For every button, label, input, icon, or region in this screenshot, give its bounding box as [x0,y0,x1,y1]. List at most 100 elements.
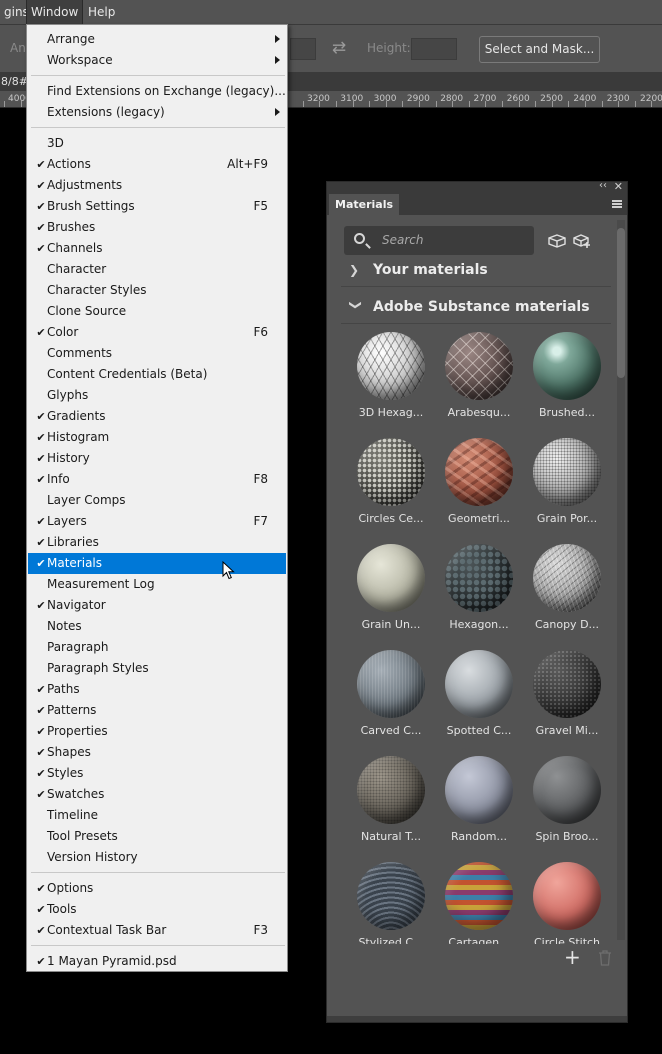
your-materials-section[interactable]: ❯ Your materials [349,260,488,280]
material-tile[interactable]: Carved C... [347,650,435,756]
menu-item-navigator[interactable]: ✔ Navigator [28,595,286,616]
material-tile[interactable]: Circles Ce... [347,438,435,544]
collapse-panel-icon[interactable]: ‹‹ [599,180,607,191]
menu-item-libraries[interactable]: ✔ Libraries [28,532,286,553]
material-tile[interactable]: Cartagen... [435,862,523,944]
menu-item-gradients[interactable]: ✔ Gradients [28,406,286,427]
material-tile[interactable]: 3D Hexag... [347,332,435,438]
menu-item-label: Materials [47,556,103,570]
menu-item-find-extensions-on-exchange-legacy[interactable]: Find Extensions on Exchange (legacy)... [28,81,286,102]
material-tile[interactable]: Canopy D... [523,544,611,650]
menu-item-notes[interactable]: Notes [28,616,286,637]
menu-item-measurement-log[interactable]: Measurement Log [28,574,286,595]
material-tile[interactable]: Geometri... [435,438,523,544]
material-thumbnail [357,756,425,824]
menu-item-channels[interactable]: ✔ Channels [28,238,286,259]
menu-item-label: Options [47,881,94,895]
menu-item-tool-presets[interactable]: Tool Presets [28,826,286,847]
menu-item-glyphs[interactable]: Glyphs [28,385,286,406]
panel-scrollbar-thumb[interactable] [617,228,625,378]
menu-item-clone-source[interactable]: Clone Source [28,301,286,322]
menu-item-1-mayan-pyramid-psd[interactable]: ✔ 1 Mayan Pyramid.psd [28,951,286,972]
material-tile[interactable]: Arabesqu... [435,332,523,438]
menu-item-brush-settings[interactable]: ✔ Brush Settings F5 [28,196,286,217]
menu-window[interactable]: Window [25,0,84,25]
section-divider [341,323,611,324]
menu-item-character-styles[interactable]: Character Styles [28,280,286,301]
add-cube-icon[interactable] [573,234,591,248]
height-field[interactable] [411,38,457,60]
menu-item-styles[interactable]: ✔ Styles [28,763,286,784]
menu-item-properties[interactable]: ✔ Properties [28,721,286,742]
materials-search-input[interactable]: Search [344,226,534,255]
menu-item-history[interactable]: ✔ History [28,448,286,469]
menu-item-label: Measurement Log [47,577,155,591]
material-tile[interactable]: Natural T... [347,756,435,862]
menu-item-arrange[interactable]: Arrange [28,29,286,50]
menu-item-workspace[interactable]: Workspace [28,50,286,71]
panel-menu-icon[interactable] [612,200,622,208]
menu-item-label: Character Styles [47,283,147,297]
material-name: Grain Un... [361,618,421,631]
material-tile[interactable]: Hexagon... [435,544,523,650]
material-thumbnail [357,862,425,930]
menu-item-paragraph-styles[interactable]: Paragraph Styles [28,658,286,679]
menu-item-actions[interactable]: ✔ Actions Alt+F9 [28,154,286,175]
cube-icon[interactable] [548,234,566,248]
menu-item-extensions-legacy[interactable]: Extensions (legacy) [28,102,286,123]
menu-item-info[interactable]: ✔ Info F8 [28,469,286,490]
material-tile[interactable]: Circle Stitch [523,862,611,944]
menu-item-timeline[interactable]: Timeline [28,805,286,826]
menu-item-tools[interactable]: ✔ Tools [28,899,286,920]
material-tile[interactable]: Grain Por... [523,438,611,544]
menu-item-shapes[interactable]: ✔ Shapes [28,742,286,763]
close-panel-icon[interactable]: ✕ [614,180,623,193]
menu-item-label: Brush Settings [47,199,135,213]
mouse-cursor-icon [222,561,235,580]
menu-item-character[interactable]: Character [28,259,286,280]
ruler-tick [353,101,354,107]
menu-item-swatches[interactable]: ✔ Swatches [28,784,286,805]
material-tile[interactable]: Stylized C... [347,862,435,944]
material-thumbnail [533,756,601,824]
material-tile[interactable]: Grain Un... [347,544,435,650]
tab-materials[interactable]: Materials [329,194,400,215]
material-tile[interactable]: Spin Broo... [523,756,611,862]
menu-item-label: Comments [47,346,113,360]
menu-item-label: Content Credentials (Beta) [47,367,208,381]
material-tile[interactable]: Spotted C... [435,650,523,756]
menu-item-shortcut: Alt+F9 [227,157,268,171]
menu-item-layers[interactable]: ✔ Layers F7 [28,511,286,532]
menu-item-brushes[interactable]: ✔ Brushes [28,217,286,238]
menu-item-paths[interactable]: ✔ Paths [28,679,286,700]
material-tile[interactable]: Gravel Mi... [523,650,611,756]
width-field[interactable] [290,38,316,60]
menu-item-comments[interactable]: Comments [28,343,286,364]
menu-item-adjustments[interactable]: ✔ Adjustments [28,175,286,196]
menu-help[interactable]: Help [83,0,120,24]
menu-item-layer-comps[interactable]: Layer Comps [28,490,286,511]
search-icon [354,233,365,244]
menu-item-content-credentials-beta[interactable]: Content Credentials (Beta) [28,364,286,385]
menu-item-label: Info [47,472,70,486]
material-name: Circles Ce... [358,512,424,525]
select-and-mask-button[interactable]: Select and Mask... [479,36,600,63]
menu-item-patterns[interactable]: ✔ Patterns [28,700,286,721]
adobe-materials-section[interactable]: ❯ Adobe Substance materials [349,297,590,317]
menu-item-color[interactable]: ✔ Color F6 [28,322,286,343]
ruler-tick [419,101,420,107]
material-tile[interactable]: Random... [435,756,523,862]
menu-item-label: Patterns [47,703,97,717]
ruler-label: 3100 [340,94,364,104]
plus-icon[interactable]: + [564,947,581,967]
menu-item-materials[interactable]: ✔ Materials [28,553,286,574]
menu-item-histogram[interactable]: ✔ Histogram [28,427,286,448]
menu-item-options[interactable]: ✔ Options [28,878,286,899]
menu-item-version-history[interactable]: Version History [28,847,286,868]
menu-item-contextual-task-bar[interactable]: ✔ Contextual Task Bar F3 [28,920,286,941]
menu-item-paragraph[interactable]: Paragraph [28,637,286,658]
ruler-tick [369,101,370,107]
menu-item-3d[interactable]: 3D [28,133,286,154]
material-tile[interactable]: Brushed... [523,332,611,438]
swap-icon[interactable]: ⇄ [328,37,350,59]
